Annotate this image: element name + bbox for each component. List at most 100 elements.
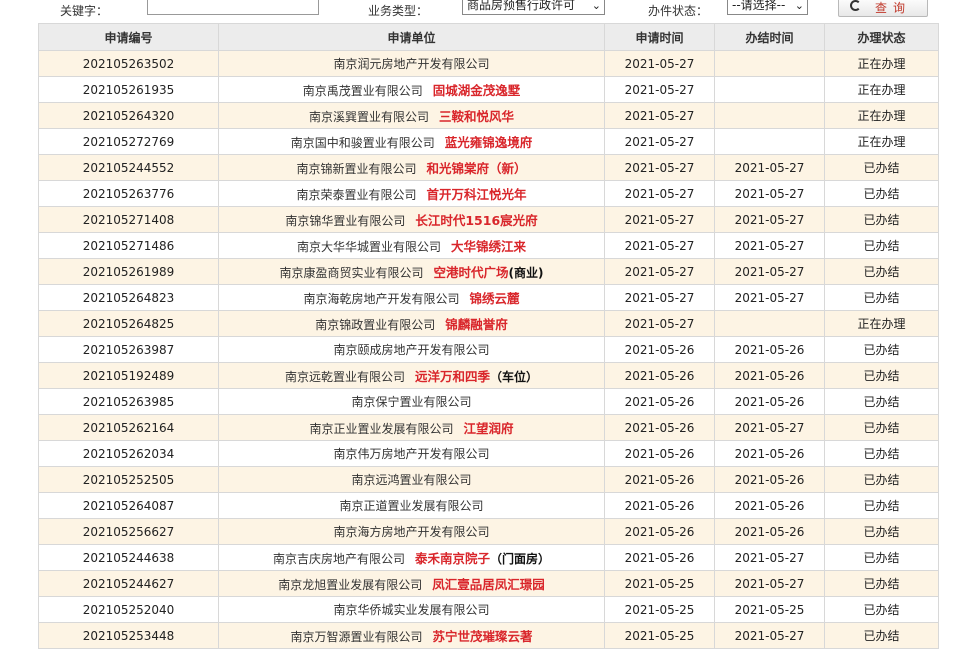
company-name: 南京万智源置业有限公司: [290, 630, 423, 644]
table-row[interactable]: 202105256627 南京海方房地产开发有限公司 2021-05-26 2021-…: [38, 518, 939, 545]
query-button[interactable]: 查询: [838, 0, 928, 17]
table-row[interactable]: 202105252505 南京远鸿置业有限公司 2021-05-26 2021-05-…: [38, 466, 939, 493]
cell-applicant: 南京润元房地产开发有限公司: [218, 50, 605, 77]
cell-finish-date: 2021-05-27: [714, 414, 825, 441]
table-row[interactable]: 202105192489 南京远乾置业有限公司 远洋万和四季（车位） 2021-05-…: [38, 362, 939, 389]
company-name: 南京华侨城实业发展有限公司: [333, 603, 490, 617]
cell-status: 已办结: [824, 336, 939, 363]
cell-application-id: 202105263502: [38, 50, 219, 77]
cell-status: 已办结: [824, 622, 939, 649]
cell-status: 已办结: [824, 180, 939, 207]
header-applicant[interactable]: 申请单位: [218, 23, 605, 51]
cell-apply-date: 2021-05-27: [604, 50, 715, 77]
cell-status: 已办结: [824, 258, 939, 285]
applicant-wrap: 南京伟万房地产开发有限公司: [220, 445, 604, 462]
cell-applicant: 南京万智源置业有限公司 苏宁世茂璀璨云著: [218, 622, 605, 649]
company-name: 南京润元房地产开发有限公司: [333, 57, 490, 71]
cell-status: 已办结: [824, 596, 939, 623]
table-row[interactable]: 202105264825 南京锦政置业有限公司 锦麟融誉府 2021-05-27 正在办…: [38, 310, 939, 337]
table-row[interactable]: 202105264823 南京海乾房地产开发有限公司 锦绣云麓 2021-05-27 2…: [38, 284, 939, 311]
table-row[interactable]: 202105261989 南京康盈商贸实业有限公司 空港时代广场(商业) 2021-0…: [38, 258, 939, 285]
cell-application-id: 202105263985: [38, 388, 219, 415]
applicant-wrap: 南京海方房地产开发有限公司: [220, 523, 604, 540]
project-name: 首开万科江悦光年: [426, 187, 527, 202]
refresh-icon: [850, 0, 861, 11]
cell-application-id: 202105264087: [38, 492, 219, 519]
cell-apply-date: 2021-05-27: [604, 180, 715, 207]
cell-status: 已办结: [824, 362, 939, 389]
business-type-select[interactable]: 商品房预售行政许可 ⌄: [462, 0, 605, 15]
cell-finish-date: 2021-05-26: [714, 388, 825, 415]
table-row[interactable]: 202105264087 南京正道置业发展有限公司 2021-05-26 2021-0…: [38, 492, 939, 519]
company-name: 南京伟万房地产开发有限公司: [333, 447, 490, 461]
project-name: 远洋万和四季: [414, 369, 490, 384]
cell-apply-date: 2021-05-26: [604, 492, 715, 519]
keyword-label: 关键字：: [60, 4, 109, 18]
table-row[interactable]: 202105244638 南京吉庆房地产有限公司 泰禾南京院子（门面房） 2021-0…: [38, 544, 939, 571]
cell-finish-date: [714, 76, 825, 103]
table-row[interactable]: 202105263776 南京荣泰置业有限公司 首开万科江悦光年 2021-05-27…: [38, 180, 939, 207]
cell-application-id: 202105261935: [38, 76, 219, 103]
table-row[interactable]: 202105244627 南京龙旭置业发展有限公司 凤汇壹品居凤汇璟园 2021-05…: [38, 570, 939, 597]
cell-finish-date: 2021-05-26: [714, 440, 825, 467]
header-status[interactable]: 办理状态: [824, 23, 939, 51]
applicant-wrap: 南京海乾房地产开发有限公司 锦绣云麓: [220, 288, 604, 307]
applicant-wrap: 南京远乾置业有限公司 远洋万和四季（车位）: [220, 366, 604, 385]
table-row[interactable]: 202105253448 南京万智源置业有限公司 苏宁世茂璀璨云著 2021-05-2…: [38, 622, 939, 649]
status-select[interactable]: --请选择-- ⌄: [727, 0, 808, 15]
cell-application-id: 202105244627: [38, 570, 219, 597]
cell-application-id: 202105244638: [38, 544, 219, 571]
cell-apply-date: 2021-05-25: [604, 622, 715, 649]
table-row[interactable]: 202105261935 南京禹茂置业有限公司 固城湖金茂逸墅 2021-05-27 正…: [38, 76, 939, 103]
cell-finish-date: 2021-05-26: [714, 518, 825, 545]
header-apply-date[interactable]: 申请时间: [604, 23, 715, 51]
project-name: 锦麟融誉府: [445, 317, 508, 332]
project-name: 大华锦绣江来: [451, 239, 527, 254]
table-row[interactable]: 202105244552 南京锦新置业有限公司 和光锦棠府（新） 2021-05-27…: [38, 154, 939, 181]
project-name: 空港时代广场: [433, 265, 509, 280]
table-row[interactable]: 202105271408 南京锦华置业有限公司 长江时代1516宸光府 2021-05…: [38, 206, 939, 233]
cell-applicant: 南京国中和骏置业有限公司 蓝光雍锦逸境府: [218, 128, 605, 155]
table-row[interactable]: 202105263502 南京润元房地产开发有限公司 2021-05-27 正在办理: [38, 50, 939, 77]
cell-status: 已办结: [824, 206, 939, 233]
cell-finish-date: 2021-05-27: [714, 180, 825, 207]
keyword-input[interactable]: [147, 0, 319, 15]
table-row[interactable]: 202105263987 南京颐成房地产开发有限公司 2021-05-26 2021-…: [38, 336, 939, 363]
table-row[interactable]: 202105271486 南京大华华城置业有限公司 大华锦绣江来 2021-05-27…: [38, 232, 939, 259]
cell-applicant: 南京伟万房地产开发有限公司: [218, 440, 605, 467]
cell-application-id: 202105253448: [38, 622, 219, 649]
header-application-id[interactable]: 申请编号: [38, 23, 219, 51]
cell-status: 正在办理: [824, 76, 939, 103]
cell-applicant: 南京正道置业发展有限公司: [218, 492, 605, 519]
applicant-wrap: 南京荣泰置业有限公司 首开万科江悦光年: [220, 184, 604, 203]
cell-applicant: 南京禹茂置业有限公司 固城湖金茂逸墅: [218, 76, 605, 103]
status-label: 办件状态：: [648, 4, 709, 18]
table-row[interactable]: 202105262034 南京伟万房地产开发有限公司 2021-05-26 2021-…: [38, 440, 939, 467]
cell-applicant: 南京龙旭置业发展有限公司 凤汇壹品居凤汇璟园: [218, 570, 605, 597]
cell-status: 正在办理: [824, 102, 939, 129]
table-row[interactable]: 202105252040 南京华侨城实业发展有限公司 2021-05-25 2021-…: [38, 596, 939, 623]
applicant-wrap: 南京锦政置业有限公司 锦麟融誉府: [220, 314, 604, 333]
cell-application-id: 202105264320: [38, 102, 219, 129]
cell-application-id: 202105271486: [38, 232, 219, 259]
cell-status: 已办结: [824, 466, 939, 493]
cell-finish-date: 2021-05-27: [714, 284, 825, 311]
application-table: 申请编号 申请单位 申请时间 办结时间 办理状态 202105263502 南京润…: [38, 23, 939, 649]
cell-applicant: 南京吉庆房地产有限公司 泰禾南京院子（门面房）: [218, 544, 605, 571]
cell-status: 已办结: [824, 414, 939, 441]
company-name: 南京康盈商贸实业有限公司: [279, 266, 424, 280]
cell-application-id: 202105252505: [38, 466, 219, 493]
applicant-wrap: 南京正道置业发展有限公司: [220, 497, 604, 514]
cell-finish-date: [714, 128, 825, 155]
company-name: 南京颐成房地产开发有限公司: [333, 343, 490, 357]
table-row[interactable]: 202105263985 南京保宁置业有限公司 2021-05-26 2021-05-…: [38, 388, 939, 415]
status-value: --请选择--: [732, 0, 786, 12]
table-row[interactable]: 202105272769 南京国中和骏置业有限公司 蓝光雍锦逸境府 2021-05-2…: [38, 128, 939, 155]
cell-apply-date: 2021-05-26: [604, 362, 715, 389]
filter-bar: 关键字： 业务类型： 商品房预售行政许可 ⌄ 办件状态： --请选择-- ⌄ 查…: [0, 0, 973, 22]
query-button-label: 查询: [875, 1, 912, 15]
table-row[interactable]: 202105262164 南京正业置业发展有限公司 江望润府 2021-05-26 20…: [38, 414, 939, 441]
header-finish-date[interactable]: 办结时间: [714, 23, 825, 51]
table-row[interactable]: 202105264320 南京溪巽置业有限公司 三鞍和悦风华 2021-05-27 正在…: [38, 102, 939, 129]
company-name: 南京溪巽置业有限公司: [308, 110, 429, 124]
